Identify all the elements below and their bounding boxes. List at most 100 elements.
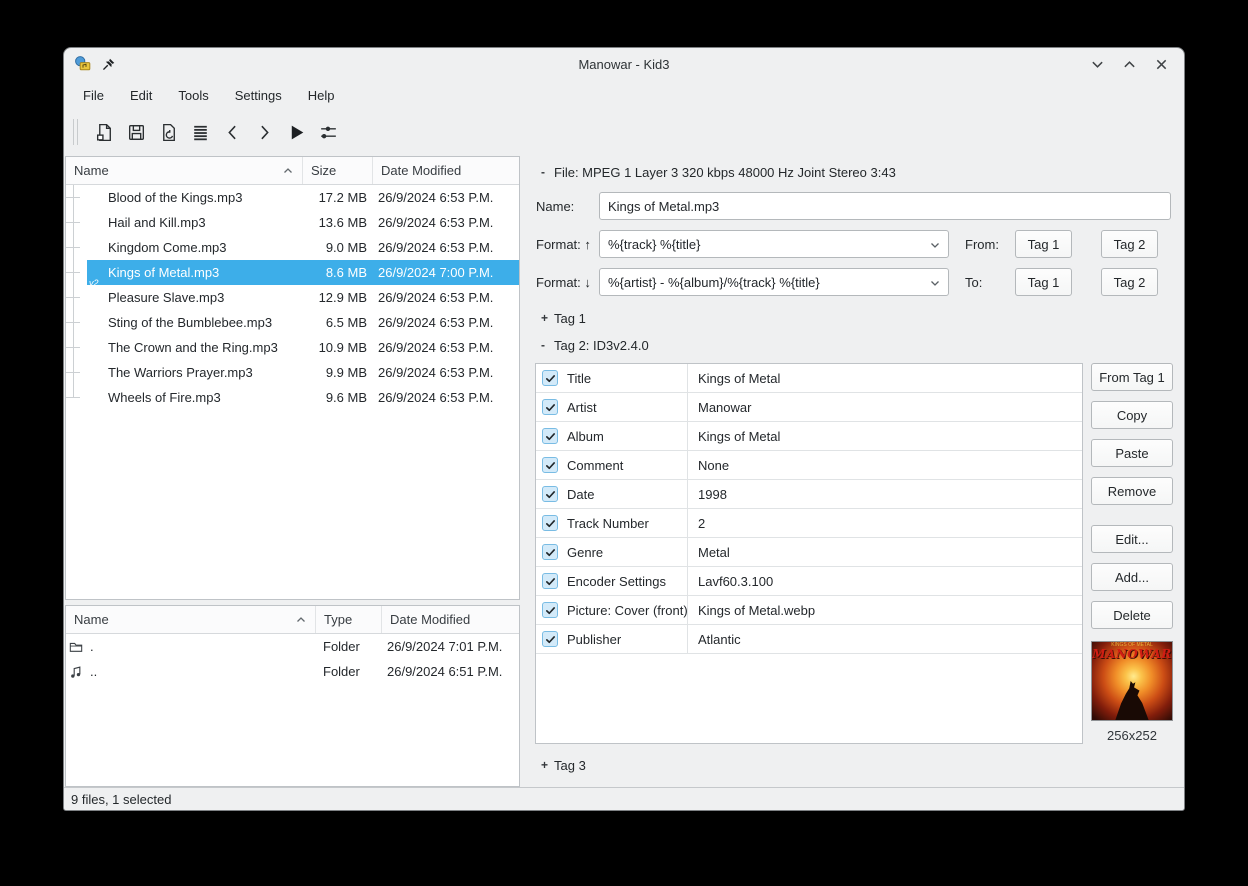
album-cover-image[interactable]: KINGS OF METAL MANOWAR (1091, 641, 1173, 721)
remove-button[interactable]: Remove (1091, 477, 1173, 505)
file-date: 26/9/2024 6:53 P.M. (373, 390, 519, 405)
from-tag-2-apply-button[interactable]: Tag 2 (1101, 230, 1158, 258)
file-row[interactable]: The Warriors Prayer.mp39.9 MB26/9/2024 6… (66, 360, 519, 385)
file-row[interactable]: v2Kings of Metal.mp38.6 MB26/9/2024 7:00… (66, 260, 519, 285)
field-checkbox[interactable] (542, 428, 558, 444)
file-section-header[interactable]: - File: MPEG 1 Layer 3 320 kbps 48000 Hz… (535, 162, 1171, 182)
file-row[interactable]: Wheels of Fire.mp39.6 MB26/9/2024 6:53 P… (66, 385, 519, 410)
copy-button[interactable]: Copy (1091, 401, 1173, 429)
file-date: 26/9/2024 6:53 P.M. (373, 215, 519, 230)
filename-format-icon[interactable] (312, 116, 344, 148)
next-file-icon[interactable] (248, 116, 280, 148)
music-note-icon (66, 665, 90, 679)
tag-field-value[interactable]: Kings of Metal.webp (688, 596, 1082, 624)
tag-field-value[interactable]: None (688, 451, 1082, 479)
paste-button[interactable]: Paste (1091, 439, 1173, 467)
maximize-button[interactable] (1116, 53, 1142, 75)
tree-branch (66, 360, 87, 385)
file-size: 6.5 MB (303, 315, 373, 330)
tag-field-value[interactable]: 2 (688, 509, 1082, 537)
menu-edit[interactable]: Edit (119, 84, 163, 107)
format-to-filename-combobox[interactable]: %{artist} - %{album}/%{track} %{title} (599, 268, 949, 296)
field-checkbox[interactable] (542, 399, 558, 415)
revert-icon[interactable] (152, 116, 184, 148)
folder-row[interactable]: .Folder26/9/2024 7:01 P.M. (66, 634, 519, 659)
tag3-section-header[interactable]: + Tag 3 (535, 754, 1171, 776)
tag-field-value[interactable]: Lavf60.3.100 (688, 567, 1082, 595)
open-file-icon[interactable] (88, 116, 120, 148)
field-checkbox[interactable] (542, 457, 558, 473)
field-checkbox[interactable] (542, 515, 558, 531)
from-tag-1-button[interactable]: From Tag 1 (1091, 363, 1173, 391)
tag-field-value[interactable]: Atlantic (688, 625, 1082, 653)
file-row[interactable]: Pleasure Slave.mp312.9 MB26/9/2024 6:53 … (66, 285, 519, 310)
to-tag-1-apply-button[interactable]: Tag 1 (1015, 268, 1072, 296)
menu-help[interactable]: Help (297, 84, 346, 107)
to-tag-2-apply-button[interactable]: Tag 2 (1101, 268, 1158, 296)
close-button[interactable] (1148, 53, 1174, 75)
minimize-button[interactable] (1084, 53, 1110, 75)
from-tag-1-apply-button[interactable]: Tag 1 (1015, 230, 1072, 258)
file-row[interactable]: Sting of the Bumblebee.mp36.5 MB26/9/202… (66, 310, 519, 335)
titlebar[interactable]: Manowar - Kid3 (64, 48, 1184, 80)
column-header-name[interactable]: Name (66, 157, 303, 184)
column-header-name[interactable]: Name (66, 606, 316, 633)
edit-button[interactable]: Edit... (1091, 525, 1173, 553)
pin-icon[interactable] (101, 57, 116, 72)
collapse-expander-icon[interactable]: - (535, 338, 554, 352)
file-row[interactable]: The Crown and the Ring.mp310.9 MB26/9/20… (66, 335, 519, 360)
field-checkbox[interactable] (542, 544, 558, 560)
file-row[interactable]: Kingdom Come.mp39.0 MB26/9/2024 6:53 P.M… (66, 235, 519, 260)
column-header-date-modified[interactable]: Date Modified (373, 157, 519, 184)
field-checkbox[interactable] (542, 573, 558, 589)
playlist-icon[interactable] (184, 116, 216, 148)
field-checkbox[interactable] (542, 370, 558, 386)
tag2-section-header[interactable]: - Tag 2: ID3v2.4.0 (535, 335, 1171, 355)
menu-file[interactable]: File (72, 84, 115, 107)
tag-field-value[interactable]: 1998 (688, 480, 1082, 508)
menu-tools[interactable]: Tools (167, 84, 219, 107)
menu-settings[interactable]: Settings (224, 84, 293, 107)
tag-field-value[interactable]: Kings of Metal (688, 364, 1082, 392)
tree-branch (66, 260, 87, 285)
tag-field-name: Genre (558, 545, 603, 560)
folder-row[interactable]: ..Folder26/9/2024 6:51 P.M. (66, 659, 519, 684)
format-from-filename-combobox[interactable]: %{track} %{title} (599, 230, 949, 258)
file-date: 26/9/2024 6:53 P.M. (373, 290, 519, 305)
file-size: 8.6 MB (303, 265, 373, 280)
tag-frame-row: Encoder SettingsLavf60.3.100 (536, 567, 1082, 596)
delete-button[interactable]: Delete (1091, 601, 1173, 629)
tag-frame-row: Date1998 (536, 480, 1082, 509)
column-header-size[interactable]: Size (303, 157, 373, 184)
field-checkbox[interactable] (542, 631, 558, 647)
tag2-label: Tag 2: ID3v2.4.0 (554, 338, 649, 353)
album-cover-title: MANOWAR (1092, 647, 1172, 661)
from-label: From: (965, 237, 1009, 252)
file-name: Wheels of Fire.mp3 (108, 390, 303, 405)
expand-expander-icon[interactable]: + (535, 311, 554, 325)
previous-file-icon[interactable] (216, 116, 248, 148)
file-row[interactable]: Hail and Kill.mp313.6 MB26/9/2024 6:53 P… (66, 210, 519, 235)
filename-input[interactable] (599, 192, 1171, 220)
play-icon[interactable] (280, 116, 312, 148)
tag-field-value[interactable]: Metal (688, 538, 1082, 566)
column-header-type[interactable]: Type (316, 606, 382, 633)
expand-expander-icon[interactable]: + (535, 758, 554, 772)
tree-branch (66, 285, 87, 310)
kid3-app-icon (74, 55, 92, 73)
folder-type: Folder (316, 664, 382, 679)
menubar: FileEditToolsSettingsHelp (64, 80, 1184, 110)
tag-field-value[interactable]: Kings of Metal (688, 422, 1082, 450)
tag1-section-header[interactable]: + Tag 1 (535, 308, 1171, 328)
save-icon[interactable] (120, 116, 152, 148)
add-button[interactable]: Add... (1091, 563, 1173, 591)
tag-field-value[interactable]: Manowar (688, 393, 1082, 421)
file-row[interactable]: Blood of the Kings.mp317.2 MB26/9/2024 6… (66, 185, 519, 210)
column-header-date-modified[interactable]: Date Modified (382, 606, 519, 633)
collapse-expander-icon[interactable]: - (535, 165, 554, 179)
file-date: 26/9/2024 6:53 P.M. (373, 340, 519, 355)
field-checkbox[interactable] (542, 486, 558, 502)
field-checkbox[interactable] (542, 602, 558, 618)
toolbar-drag-handle[interactable] (73, 119, 78, 145)
folder-name: .. (90, 664, 316, 679)
